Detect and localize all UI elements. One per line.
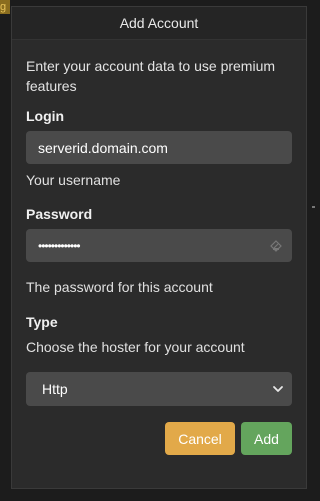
background-tab[interactable]: g [0, 0, 10, 14]
add-button[interactable]: Add [241, 422, 292, 455]
dialog-title: Add Account [119, 15, 199, 31]
password-input[interactable]: ••••••••••••• [26, 229, 292, 262]
login-label: Login [26, 108, 65, 124]
background-edge-mark [312, 206, 315, 208]
hoster-select[interactable]: Http [26, 372, 292, 406]
dialog-titlebar: Add Account [12, 7, 306, 40]
password-reveal-icon[interactable] [269, 239, 283, 253]
login-help: Your username [26, 172, 121, 188]
password-value: ••••••••••••• [38, 238, 81, 253]
dialog-body: Enter your account data to use premium f… [12, 56, 306, 455]
intro-text: Enter your account data to use premium f… [26, 58, 276, 94]
dialog-buttons: Cancel Add [26, 422, 292, 455]
add-account-dialog: Add Account Enter your account data to u… [11, 6, 307, 489]
password-label: Password [26, 206, 93, 222]
login-value: serverid.domain.com [38, 139, 168, 156]
hoster-selected-value: Http [42, 381, 68, 397]
login-input[interactable]: serverid.domain.com [26, 131, 292, 164]
type-help: Choose the hoster for your account [26, 339, 245, 355]
cancel-button[interactable]: Cancel [165, 422, 235, 455]
chevron-down-icon [273, 386, 283, 392]
password-help: The password for this account [26, 279, 213, 295]
type-label: Type [26, 314, 58, 330]
